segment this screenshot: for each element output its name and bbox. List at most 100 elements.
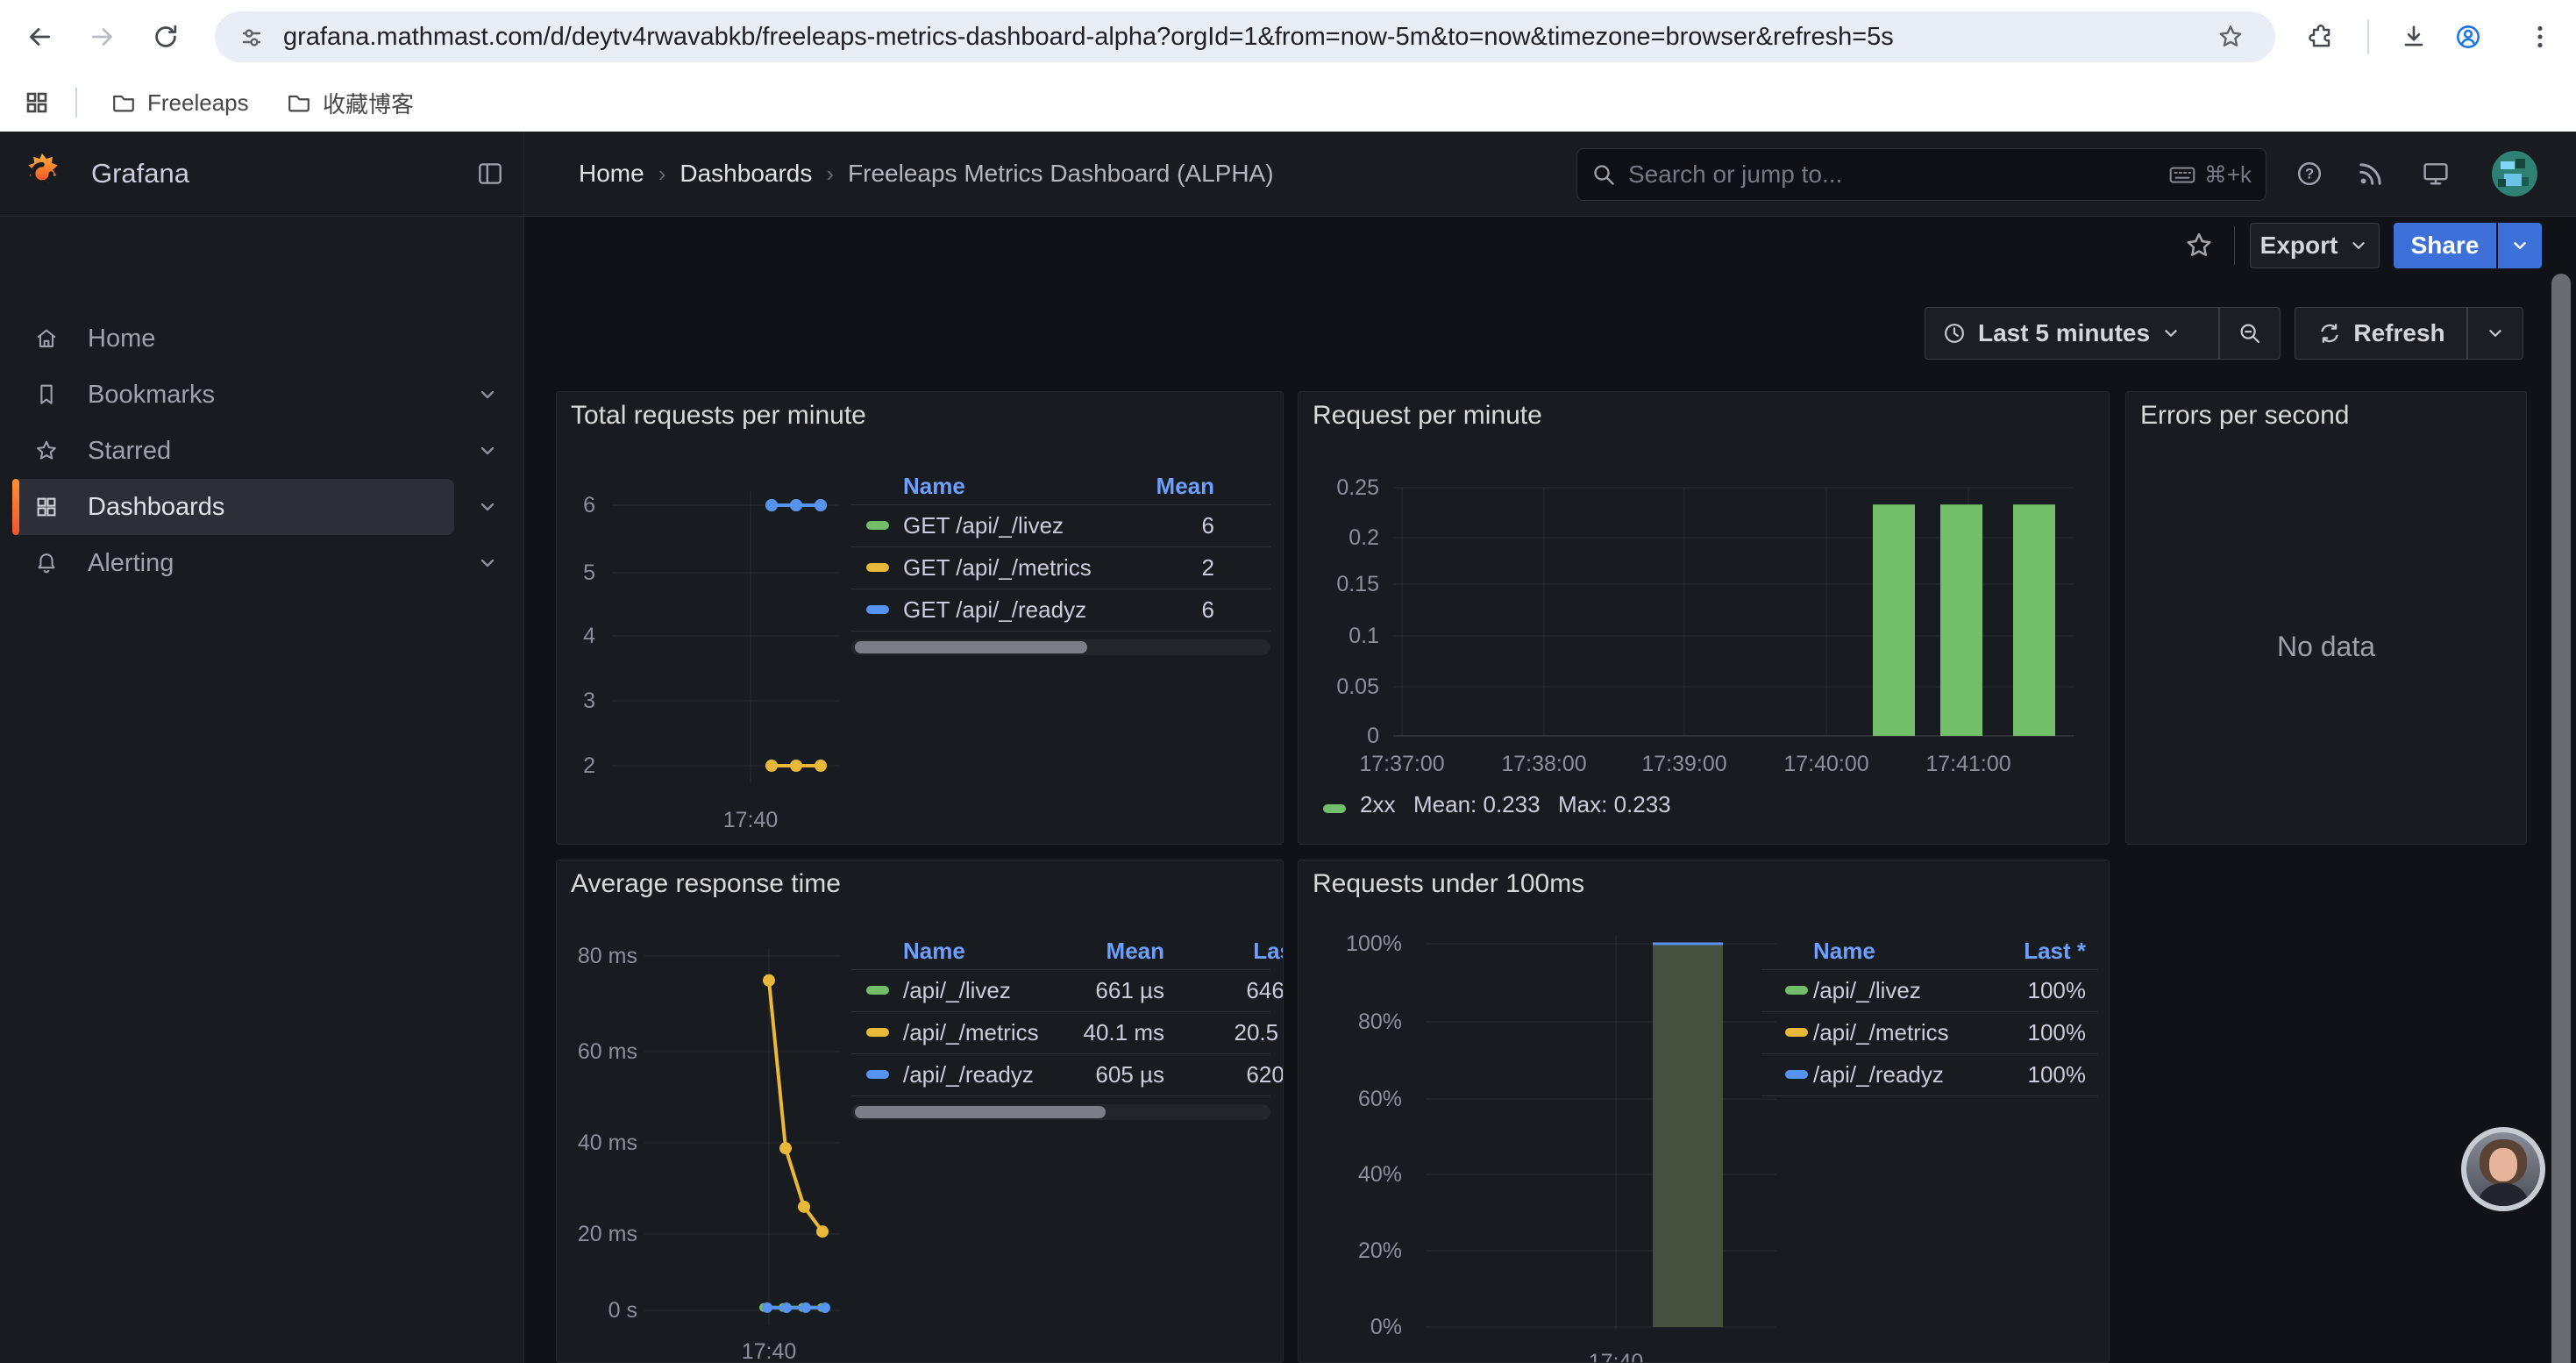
breadcrumb-dashboards[interactable]: Dashboards <box>680 160 812 188</box>
y-axis-tick: 0% <box>1299 1313 1402 1341</box>
legend-separator <box>851 1095 1270 1096</box>
brand-title[interactable]: Grafana <box>91 132 189 216</box>
legend: 2xx Mean: 0.233 Max: 0.233 <box>1299 791 2110 826</box>
sidebar-item-home[interactable]: Home <box>0 310 523 367</box>
forward-icon[interactable] <box>88 22 117 52</box>
legend-header[interactable]: Name <box>1813 932 1875 969</box>
share-button[interactable]: Share <box>2394 223 2496 268</box>
x-axis-tick: 17:39:00 <box>1614 750 1754 778</box>
panel-total-requests: Total requests per minute 6543217:40Name… <box>556 391 1284 845</box>
avatar <box>2466 1132 2540 1206</box>
refresh-interval-dropdown[interactable] <box>2467 307 2523 360</box>
y-axis-tick: 3 <box>557 687 595 715</box>
legend-series-name[interactable]: /api/_/livez <box>903 969 1011 1011</box>
legend-series-name[interactable]: 2xx <box>1360 791 1395 818</box>
url-bar[interactable]: grafana.mathmast.com/d/deytv4rwavabkb/fr… <box>215 11 2275 62</box>
bookmark-folder-freeleaps[interactable]: Freeleaps <box>110 84 249 121</box>
legend-series-name[interactable]: /api/_/metrics <box>903 1011 1039 1053</box>
x-axis-tick: 17:40 <box>699 1338 839 1363</box>
legend-header[interactable]: Mean <box>1024 932 1164 969</box>
time-range-picker[interactable]: Last 5 minutes <box>1925 307 2219 360</box>
legend-series-name[interactable]: GET /api/_/readyz <box>903 589 1086 631</box>
back-icon[interactable] <box>25 22 54 52</box>
panel-request-per-minute: Request per minute 2xx Mean: 0.233 Max: … <box>1298 391 2110 845</box>
grafana-app: Grafana Home › Dashboards › Freeleaps Me… <box>0 132 2576 1363</box>
x-axis-tick: 17:40 <box>1546 1348 1686 1363</box>
legend-series-name[interactable]: /api/_/metrics <box>1813 1011 1949 1053</box>
legend-series-name[interactable]: /api/_/readyz <box>903 1053 1034 1095</box>
bell-icon <box>33 550 60 576</box>
legend-header[interactable]: Last * <box>1946 932 2086 969</box>
news-icon[interactable] <box>2355 158 2387 189</box>
y-axis-tick: 80 ms <box>557 942 637 970</box>
site-settings-icon[interactable] <box>238 24 266 52</box>
grafana-logo[interactable] <box>21 153 63 195</box>
panel-title[interactable]: Errors per second <box>2140 401 2349 431</box>
apps-grid-icon[interactable] <box>23 89 51 117</box>
bookmark-star-icon[interactable] <box>2216 22 2245 52</box>
star-icon <box>33 438 60 464</box>
reload-icon[interactable] <box>151 22 181 52</box>
grid-icon <box>33 494 60 520</box>
help-icon[interactable]: ? <box>2294 158 2325 189</box>
legend-series-name[interactable]: GET /api/_/metrics <box>903 546 1092 589</box>
series-color-pill <box>866 1070 889 1079</box>
menu-icon[interactable] <box>2525 22 2555 52</box>
legend-value: 2 <box>1074 546 1214 589</box>
series-color-pill <box>1785 1028 1808 1037</box>
legend-header[interactable]: Last * <box>1175 932 1284 969</box>
toolbar-divider <box>2367 19 2369 54</box>
share-dropdown-button[interactable] <box>2498 223 2542 268</box>
x-axis-tick: 17:40 <box>680 806 821 834</box>
bookmark-icon <box>33 382 60 408</box>
svg-text:?: ? <box>2305 166 2314 182</box>
legend-series-name[interactable]: GET /api/_/livez <box>903 504 1064 546</box>
legend-value: 100% <box>1946 1053 2086 1095</box>
legend-value: 100% <box>1946 1011 2086 1053</box>
assistant-avatar-widget[interactable] <box>2461 1127 2545 1211</box>
user-avatar[interactable] <box>2492 151 2537 196</box>
clock-icon <box>1941 320 1968 346</box>
legend-series-name[interactable]: /api/_/livez <box>1813 969 1921 1011</box>
extensions-icon[interactable] <box>2306 22 2336 52</box>
legend-header[interactable]: Name <box>903 932 965 969</box>
y-axis-tick: 20 ms <box>557 1220 637 1248</box>
refresh-button[interactable]: Refresh <box>2295 307 2467 360</box>
legend-header[interactable]: Name <box>903 467 965 504</box>
sidebar-item-dashboards[interactable]: Dashboards <box>0 479 523 535</box>
profile-icon[interactable] <box>2453 22 2483 52</box>
legend-value: 100% <box>1946 969 2086 1011</box>
y-axis-tick: 60 ms <box>557 1038 637 1066</box>
url-text[interactable]: grafana.mathmast.com/d/deytv4rwavabkb/fr… <box>283 11 2195 62</box>
chevron-down-icon[interactable] <box>476 383 499 406</box>
search-input[interactable]: Search or jump to... ⌘+k <box>1576 148 2266 201</box>
sidebar-item-alerting[interactable]: Alerting <box>0 535 523 591</box>
legend-scrollbar-thumb[interactable] <box>855 1106 1106 1118</box>
collapse-sidebar-icon[interactable] <box>475 159 505 189</box>
sidebar-item-bookmarks[interactable]: Bookmarks <box>0 367 523 423</box>
favorite-star-icon[interactable] <box>2183 230 2215 261</box>
bookmark-folder-blogs[interactable]: 收藏博客 <box>286 84 414 121</box>
sidebar: Home Bookmarks Starred Dashboards A <box>0 217 524 1363</box>
series-color-pill <box>1785 1070 1808 1079</box>
legend-value: 6 <box>1074 589 1214 631</box>
zoom-out-button[interactable] <box>2219 307 2281 360</box>
y-axis-tick: 0.1 <box>1299 622 1379 650</box>
download-icon[interactable] <box>2399 22 2429 52</box>
page-scrollbar-thumb[interactable] <box>2551 274 2571 1363</box>
sidebar-item-starred[interactable]: Starred <box>0 423 523 479</box>
screen-icon[interactable] <box>2420 158 2451 189</box>
legend-series-name[interactable]: /api/_/readyz <box>1813 1053 1944 1095</box>
chevron-down-icon[interactable] <box>476 552 499 574</box>
y-axis-tick: 6 <box>557 491 595 519</box>
chevron-down-icon[interactable] <box>476 439 499 462</box>
keyboard-icon <box>2167 160 2197 189</box>
folder-icon <box>286 89 312 116</box>
breadcrumb-home[interactable]: Home <box>579 160 644 188</box>
y-axis-tick: 2 <box>557 752 595 780</box>
x-axis-tick: 17:38:00 <box>1474 750 1614 778</box>
chevron-down-icon[interactable] <box>476 496 499 518</box>
legend-header[interactable]: Mean <box>1074 467 1214 504</box>
export-button[interactable]: Export <box>2250 223 2380 268</box>
legend-scrollbar-thumb[interactable] <box>855 641 1087 653</box>
